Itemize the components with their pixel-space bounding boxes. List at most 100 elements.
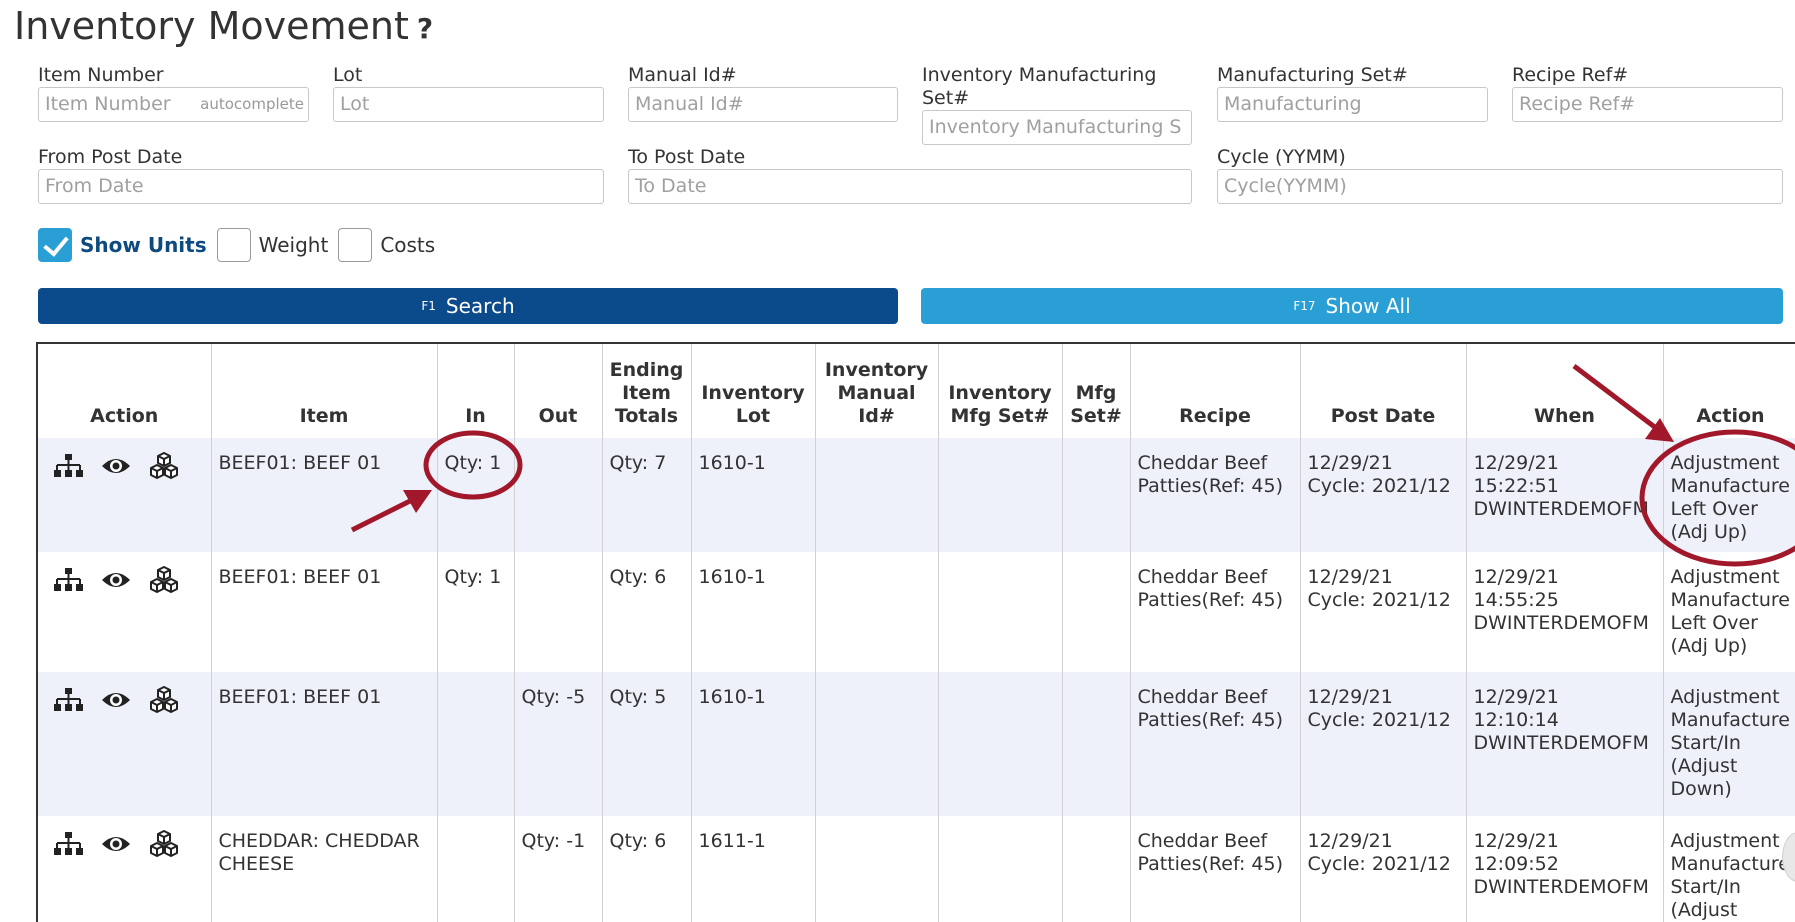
col-inventory-manual-id[interactable]: Inventory Manual Id#: [815, 344, 939, 438]
show-units-label[interactable]: Show Units: [80, 233, 207, 257]
h-ending-2: Item: [622, 382, 671, 404]
weight-label[interactable]: Weight: [259, 233, 329, 257]
col-mfg-set[interactable]: Mfg Set#: [1062, 344, 1131, 438]
table-row[interactable]: CHEDDAR: CHEDDAR CHEESE Qty: -1 Qty: 6 1611-…: [38, 816, 1795, 922]
cell-recipe: Cheddar Beef Patties(Ref: 45): [1130, 672, 1301, 816]
movement-table-container[interactable]: Action Item In Out Ending Item Totals Inve…: [36, 342, 1795, 922]
manual-id-input[interactable]: Manual Id#: [628, 87, 898, 122]
show-units-checkbox[interactable]: [38, 228, 72, 262]
cell-when-line: DWINTERDEMOFM: [1473, 732, 1649, 754]
cell-action-type-line: Manufacture: [1670, 709, 1790, 731]
cell-item-line: CHEESE: [218, 853, 295, 875]
display-options: Show Units Weight Costs: [38, 226, 439, 264]
mfg-set-label: Manufacturing Set#: [1217, 64, 1408, 86]
cell-out: [514, 552, 603, 672]
cell-action-type-line: (Adj Up): [1670, 521, 1748, 543]
hierarchy-icon[interactable]: [53, 686, 83, 714]
hierarchy-icon[interactable]: [53, 566, 83, 594]
cell-inventory-lot: 1610-1: [691, 552, 816, 672]
search-button[interactable]: F1 Search: [38, 288, 898, 324]
cell-inventory-mfg-set: [938, 438, 1063, 552]
inventory-mfg-set-input[interactable]: Inventory Manufacturing S: [922, 110, 1192, 145]
row-actions: [38, 552, 212, 672]
cell-action-type: Adjustment Manufacture Start/In (Adjust: [1663, 816, 1795, 922]
show-all-button[interactable]: F17 Show All: [921, 288, 1783, 324]
lot-input[interactable]: Lot: [333, 87, 604, 122]
cubes-icon[interactable]: [149, 566, 179, 594]
cell-ending-total-line: Qty: 6: [609, 566, 667, 588]
to-post-date-input[interactable]: To Date: [628, 169, 1192, 204]
cell-recipe-line: Patties(Ref: 45): [1137, 853, 1284, 875]
hierarchy-icon[interactable]: [53, 452, 83, 480]
inventory-mfg-set-label: Inventory Manufacturing Set#: [922, 64, 1192, 110]
cell-action-type-line: Adjustment: [1670, 452, 1780, 474]
col-post-date[interactable]: Post Date: [1300, 344, 1467, 438]
cell-action-type: Adjustment Manufacture Left Over (Adj Up): [1663, 552, 1795, 672]
lot-label: Lot: [333, 64, 363, 86]
cell-manual-id: [815, 672, 939, 816]
recipe-ref-placeholder: Recipe Ref#: [1519, 93, 1636, 115]
cycle-input[interactable]: Cycle(YYMM): [1217, 169, 1783, 204]
cubes-icon[interactable]: [149, 686, 179, 714]
cell-ending-total-line: Qty: 7: [609, 452, 667, 474]
recipe-ref-label: Recipe Ref#: [1512, 64, 1629, 86]
from-post-date-input[interactable]: From Date: [38, 169, 604, 204]
cell-action-type: Adjustment Manufacture Left Over (Adj Up): [1663, 438, 1795, 552]
cell-recipe: Cheddar Beef Patties(Ref: 45): [1130, 438, 1301, 552]
col-item[interactable]: Item: [211, 344, 438, 438]
h-lot-2: Lot: [735, 405, 771, 427]
cell-manual-id: [815, 438, 939, 552]
table-row[interactable]: BEEF01: BEEF 01 Qty: -5 Qty: 5 1610-1 Chedda…: [38, 672, 1795, 816]
table-row[interactable]: BEEF01: BEEF 01 Qty: 1 Qty: 6 1610-1 Cheddar…: [38, 552, 1795, 672]
col-inventory-lot[interactable]: Inventory Lot: [691, 344, 816, 438]
cubes-icon[interactable]: [149, 830, 179, 858]
view-eye-icon[interactable]: [101, 566, 131, 594]
mfg-set-input[interactable]: Manufacturing: [1217, 87, 1488, 122]
cell-in: Qty: 1: [437, 552, 515, 672]
view-eye-icon[interactable]: [101, 686, 131, 714]
h-mfg-2: Set#: [1070, 405, 1122, 427]
col-in[interactable]: In: [437, 344, 515, 438]
cell-ending-total: Qty: 7: [602, 438, 692, 552]
cell-action-type-line: Adjustment: [1670, 686, 1780, 708]
costs-checkbox[interactable]: [338, 228, 373, 262]
col-action[interactable]: Action: [38, 344, 212, 438]
cell-action-type-line: Down): [1670, 778, 1732, 800]
col-recipe[interactable]: Recipe: [1130, 344, 1301, 438]
cell-action-type-line: (Adj Up): [1670, 635, 1748, 657]
hierarchy-icon[interactable]: [53, 830, 83, 858]
help-icon[interactable]: ?: [417, 12, 433, 45]
cell-when-line: 15:22:51: [1473, 475, 1559, 497]
col-action-type[interactable]: Action: [1663, 344, 1795, 438]
col-when[interactable]: When: [1466, 344, 1664, 438]
cell-when: 12/29/21 12:09:52 DWINTERDEMOFM: [1466, 816, 1664, 922]
cell-post-date-line: 12/29/21: [1307, 686, 1393, 708]
cell-when: 12/29/21 12:10:14 DWINTERDEMOFM: [1466, 672, 1664, 816]
table-row[interactable]: BEEF01: BEEF 01 Qty: 1 Qty: 7 1610-1 Cheddar…: [38, 438, 1795, 552]
col-out[interactable]: Out: [514, 344, 603, 438]
mfg-set-placeholder: Manufacturing: [1224, 93, 1362, 115]
cycle-field: Cycle (YYMM) Cycle(YYMM): [1217, 146, 1783, 204]
col-inventory-mfg-set[interactable]: Inventory Mfg Set#: [938, 344, 1063, 438]
recipe-ref-field: Recipe Ref# Recipe Ref#: [1512, 64, 1783, 122]
cell-recipe-line: Patties(Ref: 45): [1137, 475, 1284, 497]
recipe-ref-input[interactable]: Recipe Ref#: [1512, 87, 1783, 122]
search-button-label: Search: [445, 294, 515, 318]
weight-checkbox[interactable]: [216, 228, 251, 262]
cell-when-line: 12:10:14: [1473, 709, 1559, 731]
cell-inventory-lot-line: 1610-1: [698, 452, 766, 474]
cubes-icon[interactable]: [149, 452, 179, 480]
cycle-label: Cycle (YYMM): [1217, 146, 1346, 168]
cell-action-type: Adjustment Manufacture Start/In (Adjust Down…: [1663, 672, 1795, 816]
view-eye-icon[interactable]: [101, 830, 131, 858]
cell-post-date-line: 12/29/21: [1307, 566, 1393, 588]
cell-ending-total: Qty: 5: [602, 672, 692, 816]
item-number-input[interactable]: Item Number autocomplete: [38, 87, 309, 122]
manual-id-field: Manual Id# Manual Id#: [628, 64, 898, 122]
costs-label[interactable]: Costs: [380, 233, 435, 257]
row-actions: [38, 438, 212, 552]
view-eye-icon[interactable]: [101, 452, 131, 480]
cell-action-type-line: Manufacture: [1670, 853, 1790, 875]
col-ending-item-totals[interactable]: Ending Item Totals: [602, 344, 692, 438]
cell-ending-total: Qty: 6: [602, 816, 692, 922]
